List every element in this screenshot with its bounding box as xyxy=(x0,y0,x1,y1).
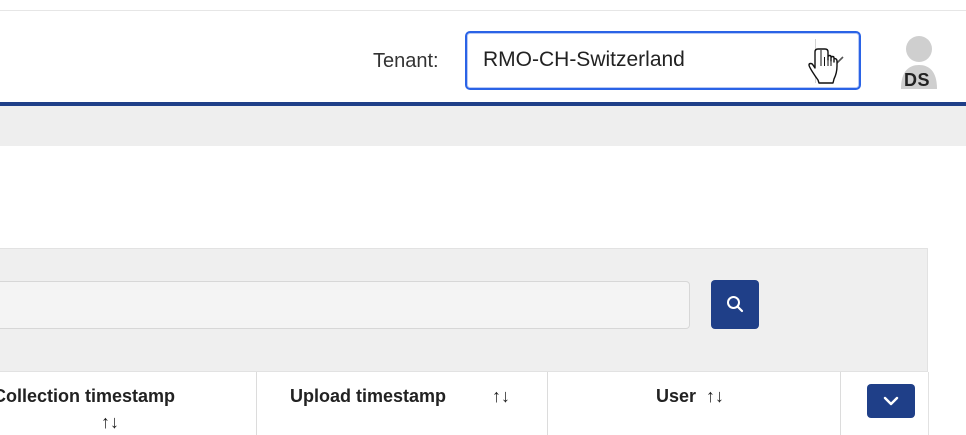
chevron-down-icon xyxy=(883,396,899,406)
column-menu-button[interactable] xyxy=(867,384,915,418)
sort-icon[interactable]: ↑↓ xyxy=(101,412,119,433)
tenant-select[interactable]: RMO-CH-Switzerland xyxy=(465,31,861,90)
sort-icon[interactable]: ↑↓ xyxy=(492,386,510,407)
tenant-selected-value: RMO-CH-Switzerland xyxy=(483,48,685,71)
column-header-user[interactable]: User ↑↓ xyxy=(548,372,841,435)
search-button[interactable] xyxy=(711,280,759,329)
hand-cursor-icon xyxy=(808,48,838,84)
column-label: User xyxy=(656,386,697,406)
column-header-collection-timestamp[interactable]: Collection timestamp ↑↓ xyxy=(0,372,257,435)
column-label: Upload timestamp xyxy=(290,386,447,406)
column-label: Collection timestamp xyxy=(0,386,176,406)
table-header-row: Collection timestamp ↑↓ Upload timestamp… xyxy=(0,372,929,435)
column-header-upload-timestamp[interactable]: Upload timestamp ↑↓ xyxy=(257,372,548,435)
sort-icon[interactable]: ↑↓ xyxy=(706,386,724,407)
search-input[interactable] xyxy=(0,281,690,329)
user-initials: DS xyxy=(904,70,931,90)
search-icon xyxy=(727,296,744,313)
tenant-label: Tenant: xyxy=(373,50,439,72)
